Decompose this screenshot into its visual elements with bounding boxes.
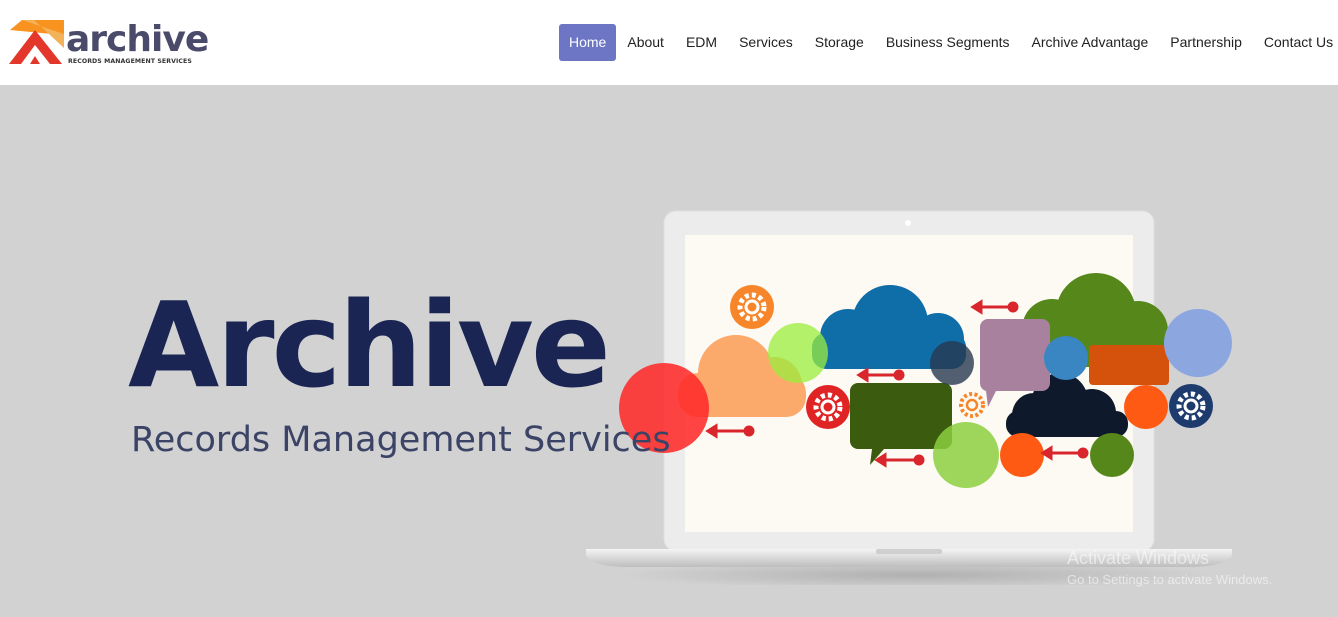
logo-wordmark: archive bbox=[66, 19, 209, 60]
logo-tagline: RECORDS MANAGEMENT SERVICES bbox=[68, 58, 192, 65]
nav-business-segments[interactable]: Business Segments bbox=[875, 24, 1021, 61]
nav-storage[interactable]: Storage bbox=[804, 24, 875, 61]
nav-about[interactable]: About bbox=[616, 24, 675, 61]
watermark-subtitle: Go to Settings to activate Windows. bbox=[1067, 572, 1273, 587]
top-navigation-bar: archive RECORDS MANAGEMENT SERVICES Home… bbox=[0, 0, 1338, 85]
laptop-cloud-illustration bbox=[586, 210, 1232, 585]
nav-archive-advantage[interactable]: Archive Advantage bbox=[1021, 24, 1160, 61]
gear-icon-orange bbox=[730, 285, 774, 329]
windows-activation-watermark: Activate Windows Go to Settings to activ… bbox=[1067, 547, 1272, 589]
gear-icon-navy bbox=[1169, 384, 1213, 428]
nav-contact-us[interactable]: Contact Us bbox=[1253, 24, 1338, 61]
nav-home[interactable]: Home bbox=[559, 24, 617, 61]
archive-logo[interactable]: archive RECORDS MANAGEMENT SERVICES bbox=[8, 18, 209, 68]
archive-logo-icon bbox=[9, 20, 64, 64]
hero-subtitle: Records Management Services bbox=[131, 420, 671, 460]
nav-edm[interactable]: EDM bbox=[675, 24, 728, 61]
nav-partnership[interactable]: Partnership bbox=[1159, 24, 1253, 61]
gear-icon-red bbox=[806, 385, 850, 429]
hero-title: Archive bbox=[128, 276, 611, 414]
watermark-title: Activate Windows bbox=[1067, 548, 1210, 568]
main-nav: Home About EDM Services Storage Business… bbox=[559, 24, 1338, 61]
nav-services[interactable]: Services bbox=[728, 24, 804, 61]
